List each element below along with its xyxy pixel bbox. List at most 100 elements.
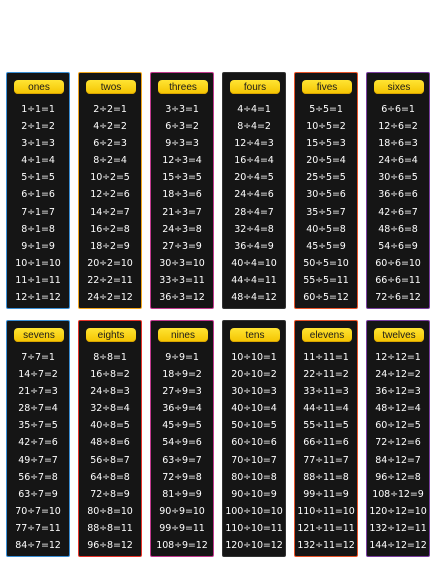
division-fact: 60÷5=12: [303, 292, 349, 304]
division-fact: 121÷11=11: [297, 522, 355, 534]
card-title: twelves: [374, 328, 424, 342]
division-fact: 54÷6=9: [378, 240, 418, 252]
division-fact: 3÷3=1: [165, 104, 199, 115]
division-fact: 56÷7=8: [18, 471, 58, 483]
division-fact: 14÷2=7: [90, 206, 130, 218]
fact-list: 11÷11=1 22÷11=2 33÷11=3 44÷11=4 55÷11=5 66÷11…: [295, 349, 357, 554]
division-fact: 33÷3=11: [159, 274, 205, 286]
fact-list: 10÷10=1 20÷10=2 30÷10=3 40÷10=4 50÷10=5 60÷10…: [223, 349, 285, 554]
card-title: fours: [230, 80, 280, 94]
fact-list: 12÷12=1 24÷12=2 36÷12=3 48÷12=4 60÷12=5 72÷12…: [367, 349, 429, 554]
division-fact: 55÷11=5: [303, 420, 349, 432]
division-fact: 8÷1=8: [21, 223, 55, 235]
division-fact: 44÷4=11: [231, 274, 277, 286]
division-fact: 16÷4=4: [234, 155, 274, 167]
division-fact: 132÷11=12: [297, 540, 355, 552]
division-fact: 10÷2=5: [90, 172, 130, 184]
division-fact: 70÷7=10: [15, 505, 61, 517]
division-fact: 63÷9=7: [162, 454, 202, 466]
fact-card-twelves: twelves 12÷12=1 24÷12=2 36÷12=3 48÷12=4 60÷12…: [366, 320, 430, 557]
fact-card-tens: tens 10÷10=1 20÷10=2 30÷10=3 40÷10=4 50÷10=5 6…: [222, 320, 286, 557]
division-fact: 8÷4=2: [237, 121, 271, 133]
division-fact: 144÷12=12: [369, 540, 427, 552]
division-fact: 3÷1=3: [21, 138, 55, 150]
fact-card-sevens: sevens 7÷7=1 14÷7=2 21÷7=3 28÷7=4 35÷7=5 42÷7=…: [6, 320, 70, 557]
fact-list: 9÷9=1 18÷9=2 27÷9=3 36÷9=4 45÷9=5 54÷9=6 63÷9=…: [151, 349, 213, 554]
fact-card-elevens: elevens 11÷11=1 22÷11=2 33÷11=3 44÷11=4 55÷11…: [294, 320, 358, 557]
fact-list: 3÷3=1 6÷3=2 9÷3=3 12÷3=4 15÷3=5 18÷3=6 21÷3=7 2…: [151, 101, 213, 306]
card-title: threes: [158, 80, 208, 94]
fact-card-twos: twos 2÷2=1 4÷2=2 6÷2=3 8÷2=4 10÷2=5 12÷2=6 14÷2…: [78, 72, 142, 309]
division-fact: 9÷1=9: [21, 240, 55, 252]
division-fact: 72÷12=6: [375, 437, 421, 449]
division-fact: 108÷12=9: [372, 488, 424, 500]
fact-card-fours: fours 4÷4=1 8÷4=2 12÷4=3 16÷4=4 20÷4=5 24÷4=6 2…: [222, 72, 286, 309]
division-fact: 18÷6=3: [378, 138, 418, 150]
division-fact: 35÷7=5: [18, 420, 58, 432]
division-fact: 42÷6=7: [378, 206, 418, 218]
division-fact: 24÷2=12: [87, 292, 133, 304]
division-fact: 88÷11=8: [303, 471, 349, 483]
division-fact: 6÷2=3: [93, 138, 127, 150]
division-fact: 12÷1=12: [15, 292, 61, 304]
division-fact: 24÷6=4: [378, 155, 418, 167]
division-fact: 120÷12=10: [369, 505, 427, 517]
division-fact: 18÷3=6: [162, 189, 202, 201]
card-title: nines: [158, 328, 208, 342]
division-fact: 20÷10=2: [231, 369, 277, 381]
division-fact: 6÷3=2: [165, 121, 199, 133]
division-fact: 20÷5=4: [306, 155, 346, 167]
division-fact: 33÷11=3: [303, 386, 349, 398]
division-fact: 40÷8=5: [90, 420, 130, 432]
division-fact: 99÷9=11: [159, 522, 205, 534]
card-title: eights: [86, 328, 136, 342]
division-fact: 16÷8=2: [90, 369, 130, 381]
division-fact: 60÷12=5: [375, 420, 421, 432]
division-fact: 32÷4=8: [234, 223, 274, 235]
division-fact: 36÷9=4: [162, 403, 202, 415]
division-fact: 12÷6=2: [378, 121, 418, 133]
division-fact: 18÷9=2: [162, 369, 202, 381]
fact-list: 8÷8=1 16÷8=2 24÷8=3 32÷8=4 40÷8=5 48÷8=6 56÷8=…: [79, 349, 141, 554]
division-fact: 12÷2=6: [90, 189, 130, 201]
division-fact: 36÷12=3: [375, 386, 421, 398]
division-fact: 27÷3=9: [162, 240, 202, 252]
division-fact: 35÷5=7: [306, 206, 346, 218]
card-title: sevens: [14, 328, 64, 342]
fact-list: 2÷2=1 4÷2=2 6÷2=3 8÷2=4 10÷2=5 12÷2=6 14÷2=7 16…: [79, 101, 141, 306]
division-fact: 10÷5=2: [306, 121, 346, 133]
division-fact: 15÷3=5: [162, 172, 202, 184]
division-fact: 28÷4=7: [234, 206, 274, 218]
division-fact: 21÷7=3: [18, 386, 58, 398]
division-fact: 22÷2=11: [87, 274, 133, 286]
division-fact: 40÷4=10: [231, 257, 277, 269]
fact-card-eights: eights 8÷8=1 16÷8=2 24÷8=3 32÷8=4 40÷8=5 48÷8=…: [78, 320, 142, 557]
division-fact: 24÷8=3: [90, 386, 130, 398]
division-fact: 45÷5=9: [306, 240, 346, 252]
division-fact: 30÷6=5: [378, 172, 418, 184]
division-fact: 36÷3=12: [159, 292, 205, 304]
division-fact: 110÷11=10: [297, 505, 355, 517]
division-fact: 20÷4=5: [234, 172, 274, 184]
fact-list: 7÷7=1 14÷7=2 21÷7=3 28÷7=4 35÷7=5 42÷7=6 49÷7=…: [7, 349, 69, 554]
division-fact: 7÷7=1: [21, 352, 55, 363]
division-fact: 25÷5=5: [306, 172, 346, 184]
division-fact: 21÷3=7: [162, 206, 202, 218]
division-fact: 8÷2=4: [93, 155, 127, 167]
division-fact: 99÷11=9: [303, 488, 349, 500]
card-title: sixes: [374, 80, 424, 94]
division-fact: 44÷11=4: [303, 403, 349, 415]
division-fact: 27÷9=3: [162, 386, 202, 398]
fact-list: 1÷1=1 2÷1=2 3÷1=3 4÷1=4 5÷1=5 6÷1=6 7÷1=7 8÷1=8…: [7, 101, 69, 306]
division-fact: 77÷11=7: [303, 454, 349, 466]
division-fact: 36÷6=6: [378, 189, 418, 201]
division-fact: 22÷11=2: [303, 369, 349, 381]
division-fact: 66÷6=11: [375, 274, 421, 286]
division-fact: 72÷6=12: [375, 292, 421, 304]
division-fact: 11÷11=1: [303, 352, 349, 363]
division-fact: 14÷7=2: [18, 369, 58, 381]
division-fact: 12÷4=3: [234, 138, 274, 150]
division-fact: 96÷12=8: [375, 471, 421, 483]
division-fact: 28÷7=4: [18, 403, 58, 415]
division-fact: 50÷10=5: [231, 420, 277, 432]
